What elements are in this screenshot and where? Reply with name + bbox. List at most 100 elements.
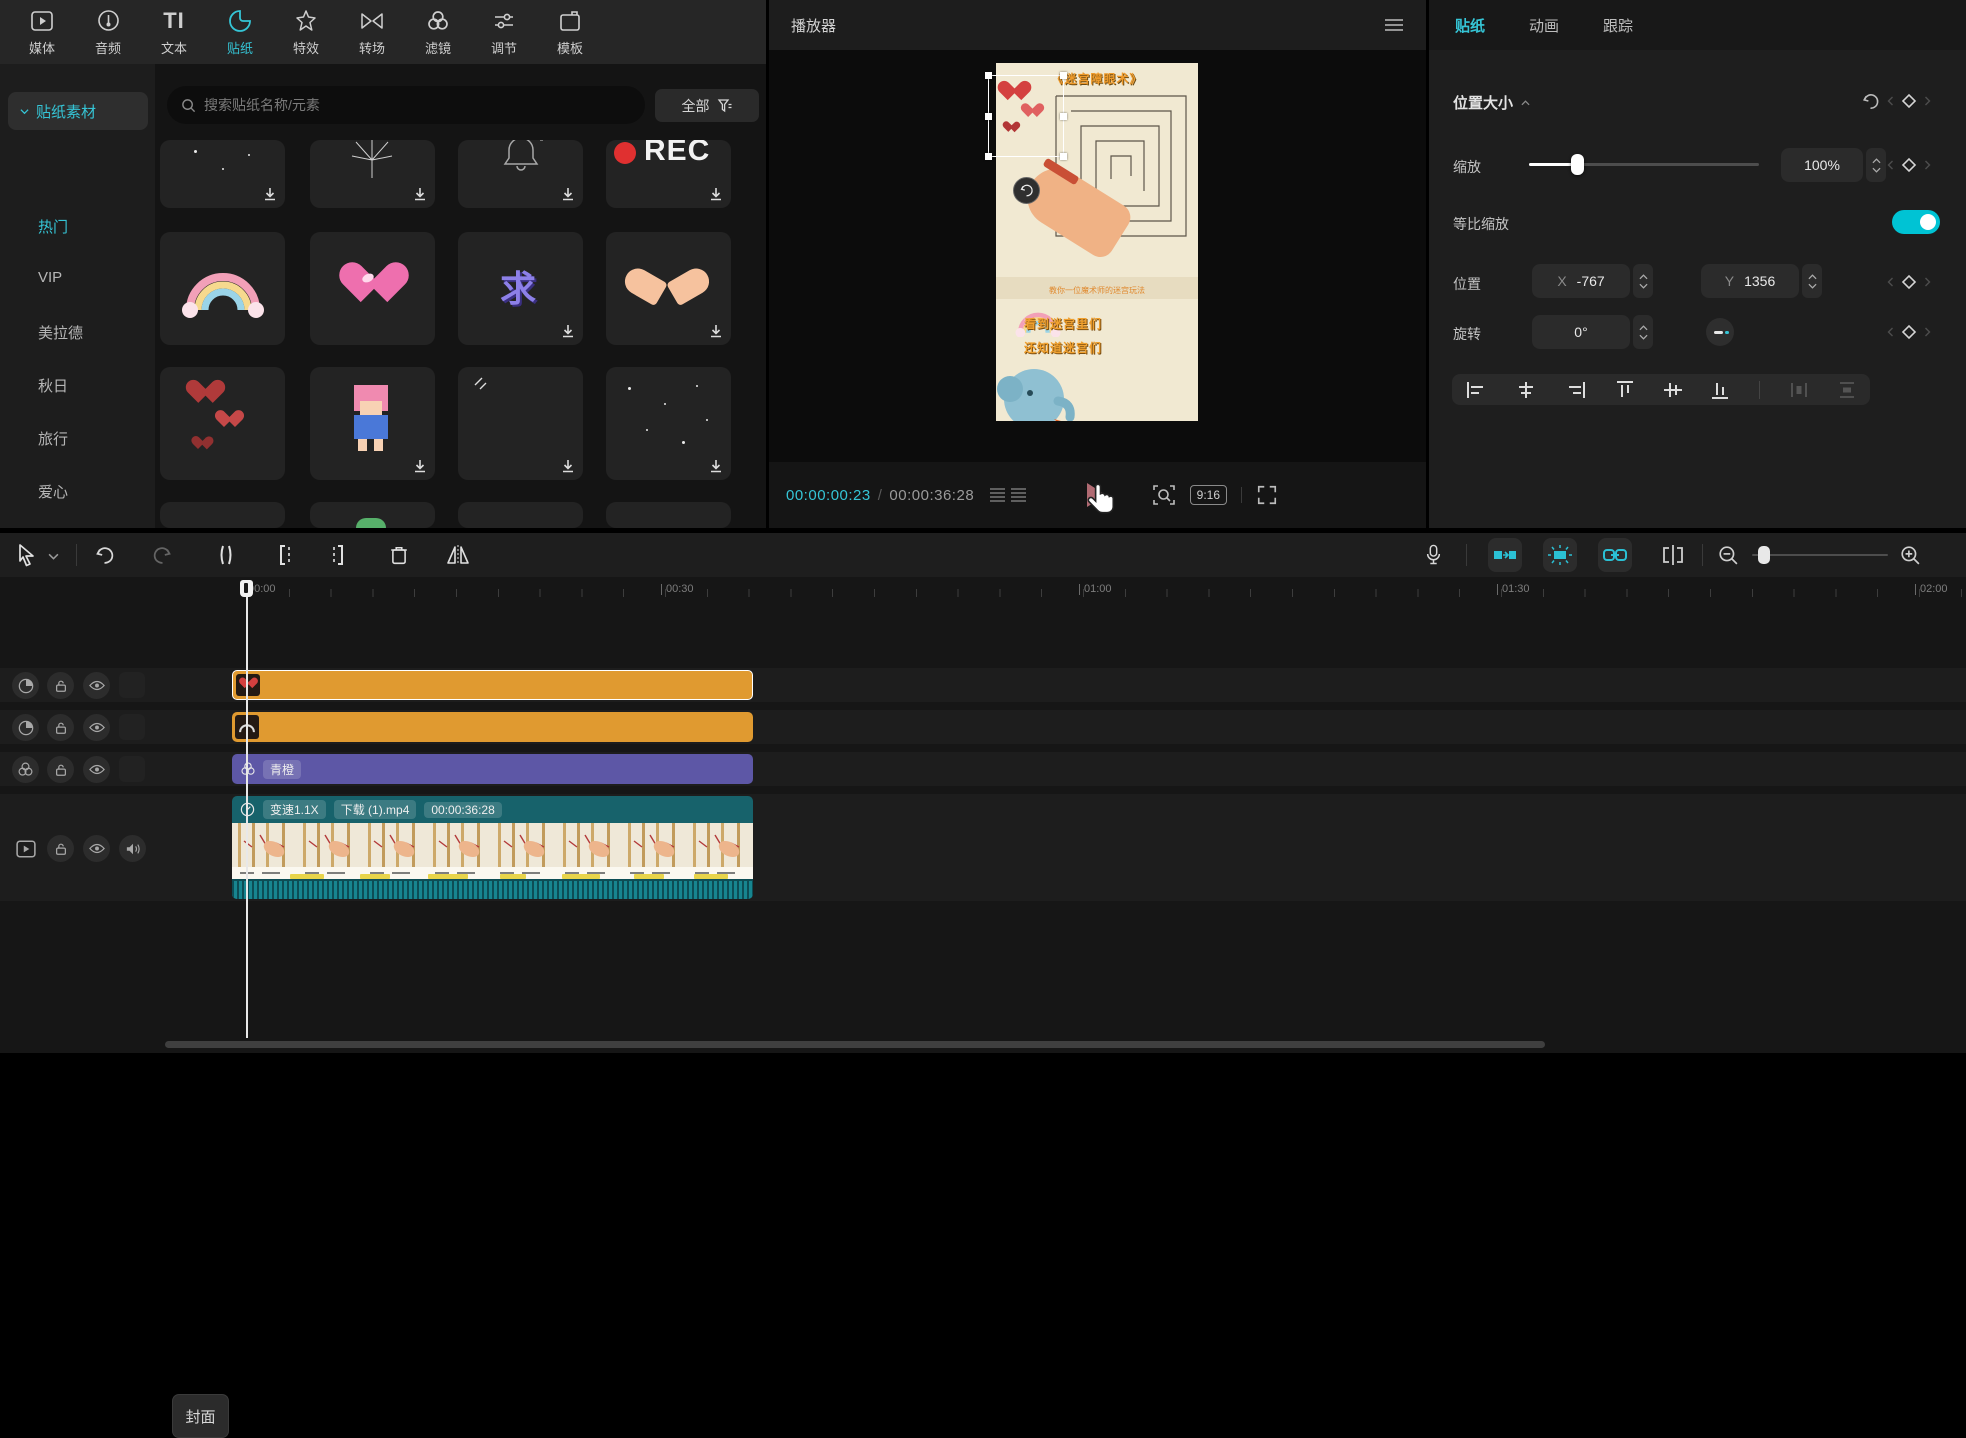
keyframe-next-icon[interactable] [1924, 160, 1931, 170]
download-icon[interactable] [709, 187, 723, 201]
sticker-cell-pixel-hearts[interactable] [160, 367, 285, 480]
reset-icon[interactable] [1861, 92, 1880, 111]
sticker-cell-pixel-girl[interactable] [310, 367, 435, 480]
position-y-field[interactable]: Y1356 [1701, 264, 1799, 298]
select-tool-icon[interactable] [16, 543, 38, 567]
split-keep-left-icon[interactable] [273, 544, 293, 566]
distribute-horizontal-icon[interactable] [1790, 381, 1808, 399]
cover-button[interactable]: 封面 [172, 1394, 229, 1438]
list-small-icon[interactable] [1011, 488, 1026, 502]
sticker-selection-box[interactable] [988, 75, 1064, 157]
position-x-field[interactable]: X-767 [1532, 264, 1630, 298]
sticker-cell-rainbow[interactable] [160, 232, 285, 345]
stepper-down-icon[interactable] [1808, 283, 1817, 289]
sticker-cell-partial[interactable] [458, 502, 583, 528]
eye-icon[interactable] [83, 835, 110, 862]
stepper-up-icon[interactable] [1639, 325, 1648, 331]
lock-icon[interactable] [47, 835, 74, 862]
sidebar-item-vip[interactable]: VIP [38, 269, 62, 286]
sticker-cell-rec[interactable]: REC [606, 140, 731, 208]
toolbar-item-transition[interactable]: 转场 [340, 3, 404, 61]
align-right-icon[interactable] [1566, 381, 1586, 399]
sticker-clip-2[interactable] [232, 712, 753, 742]
toolbar-item-filter[interactable]: 滤镜 [406, 3, 470, 61]
collapse-icon[interactable] [1521, 100, 1530, 106]
eye-icon[interactable] [83, 672, 110, 699]
download-icon[interactable] [413, 459, 427, 473]
stepper-up-icon[interactable] [1808, 274, 1817, 280]
uniform-scale-toggle[interactable] [1892, 210, 1940, 234]
hamburger-menu-icon[interactable] [1384, 18, 1404, 32]
sticker-cell-qiu-text[interactable]: 求 [458, 232, 583, 345]
keyframe-prev-icon[interactable] [1887, 327, 1894, 337]
filter-clip[interactable]: 青橙 [232, 754, 753, 784]
auto-ripple-button[interactable] [1543, 538, 1577, 572]
speaker-icon[interactable] [119, 835, 146, 862]
keyframe-diamond-icon[interactable] [1900, 92, 1918, 110]
timeline-zoom-slider[interactable] [1752, 554, 1888, 556]
rotation-stepper[interactable] [1633, 315, 1653, 349]
preview-axis-icon[interactable] [1660, 545, 1686, 565]
toolbar-item-template[interactable]: 模板 [538, 3, 602, 61]
sidebar-item-autumn[interactable]: 秋日 [38, 375, 68, 396]
lock-icon[interactable] [47, 714, 74, 741]
lock-icon[interactable] [47, 672, 74, 699]
tab-tracking[interactable]: 跟踪 [1603, 15, 1633, 36]
delete-icon[interactable] [390, 545, 408, 565]
keyframe-diamond-icon[interactable] [1900, 273, 1918, 291]
toolbar-item-sticker[interactable]: 贴纸 [208, 3, 272, 61]
distribute-vertical-icon[interactable] [1838, 381, 1856, 399]
resize-handle-nw[interactable] [985, 72, 992, 79]
download-icon[interactable] [561, 187, 575, 201]
sidebar-item-maillard[interactable]: 美拉德 [38, 322, 83, 343]
playhead-line[interactable] [246, 580, 248, 1038]
keyframe-next-icon[interactable] [1924, 277, 1931, 287]
sidebar-group-sticker-material[interactable]: 贴纸素材 [8, 92, 148, 130]
stepper-up-icon[interactable] [1872, 158, 1881, 164]
resize-handle-ne[interactable] [1060, 72, 1067, 79]
redo-icon[interactable] [152, 545, 173, 566]
sidebar-item-love[interactable]: 爱心 [38, 481, 68, 502]
split-icon[interactable] [216, 544, 236, 566]
stepper-down-icon[interactable] [1639, 334, 1648, 340]
stepper-down-icon[interactable] [1872, 167, 1881, 173]
align-vertical-center-icon[interactable] [1664, 380, 1682, 400]
undo-icon[interactable] [94, 545, 115, 566]
rotation-value-field[interactable]: 0° [1532, 315, 1630, 349]
sticker-cell-pinch-hands[interactable] [606, 232, 731, 345]
keyframe-diamond-icon[interactable] [1900, 323, 1918, 341]
resize-handle-sw[interactable] [985, 153, 992, 160]
sticker-cell-sparkle-mark[interactable] [458, 367, 583, 480]
align-left-icon[interactable] [1466, 381, 1486, 399]
mirror-flip-icon[interactable] [446, 545, 470, 565]
rotation-dial[interactable] [1706, 318, 1734, 346]
toolbar-item-effects[interactable]: 特效 [274, 3, 338, 61]
sticker-search-input[interactable]: 搜索贴纸名称/元素 [167, 86, 645, 124]
tab-animation[interactable]: 动画 [1529, 15, 1559, 36]
lock-icon[interactable] [47, 756, 74, 783]
toolbar-item-adjust[interactable]: 调节 [472, 3, 536, 61]
sticker-cell-firework[interactable] [310, 140, 435, 208]
keyframe-diamond-icon[interactable] [1900, 156, 1918, 174]
download-icon[interactable] [561, 324, 575, 338]
link-clips-button[interactable] [1598, 538, 1632, 572]
record-voiceover-icon[interactable] [1425, 544, 1442, 566]
sidebar-item-travel[interactable]: 旅行 [38, 428, 68, 449]
keyframe-next-icon[interactable] [1924, 96, 1931, 106]
sticker-cell-partial[interactable] [160, 502, 285, 528]
stepper-down-icon[interactable] [1639, 283, 1648, 289]
aspect-ratio-button[interactable]: 9:16 [1190, 485, 1227, 505]
scale-slider-handle[interactable] [1571, 154, 1584, 175]
keyframe-prev-icon[interactable] [1887, 277, 1894, 287]
select-tool-dropdown-icon[interactable] [48, 553, 59, 560]
scale-value-field[interactable]: 100% [1781, 148, 1863, 182]
download-icon[interactable] [263, 187, 277, 201]
zoom-in-icon[interactable] [1900, 545, 1920, 565]
keyframe-prev-icon[interactable] [1887, 160, 1894, 170]
eye-icon[interactable] [83, 714, 110, 741]
toolbar-item-audio[interactable]: 音频 [76, 3, 140, 61]
fullscreen-icon[interactable] [1256, 484, 1278, 506]
tab-sticker[interactable]: 贴纸 [1455, 15, 1485, 36]
video-clip[interactable]: 变速1.1X 下载 (1).mp4 00:00:36:28 [232, 796, 753, 899]
sticker-cell-partial[interactable] [606, 502, 731, 528]
